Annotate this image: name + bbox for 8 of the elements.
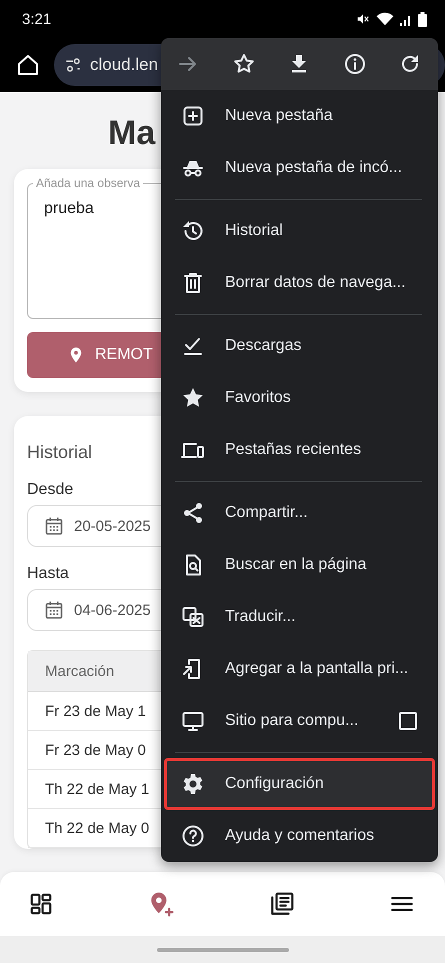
clock: 3:21 bbox=[22, 10, 52, 28]
url-text: cloud.len bbox=[90, 55, 158, 75]
field-value: prueba bbox=[44, 200, 94, 217]
field-label: Añada una observa bbox=[33, 176, 144, 190]
page-title: Ma bbox=[108, 114, 156, 153]
field-label: Desde bbox=[27, 481, 74, 499]
field-label: Hasta bbox=[27, 565, 69, 583]
section-title: Historial bbox=[27, 442, 92, 463]
